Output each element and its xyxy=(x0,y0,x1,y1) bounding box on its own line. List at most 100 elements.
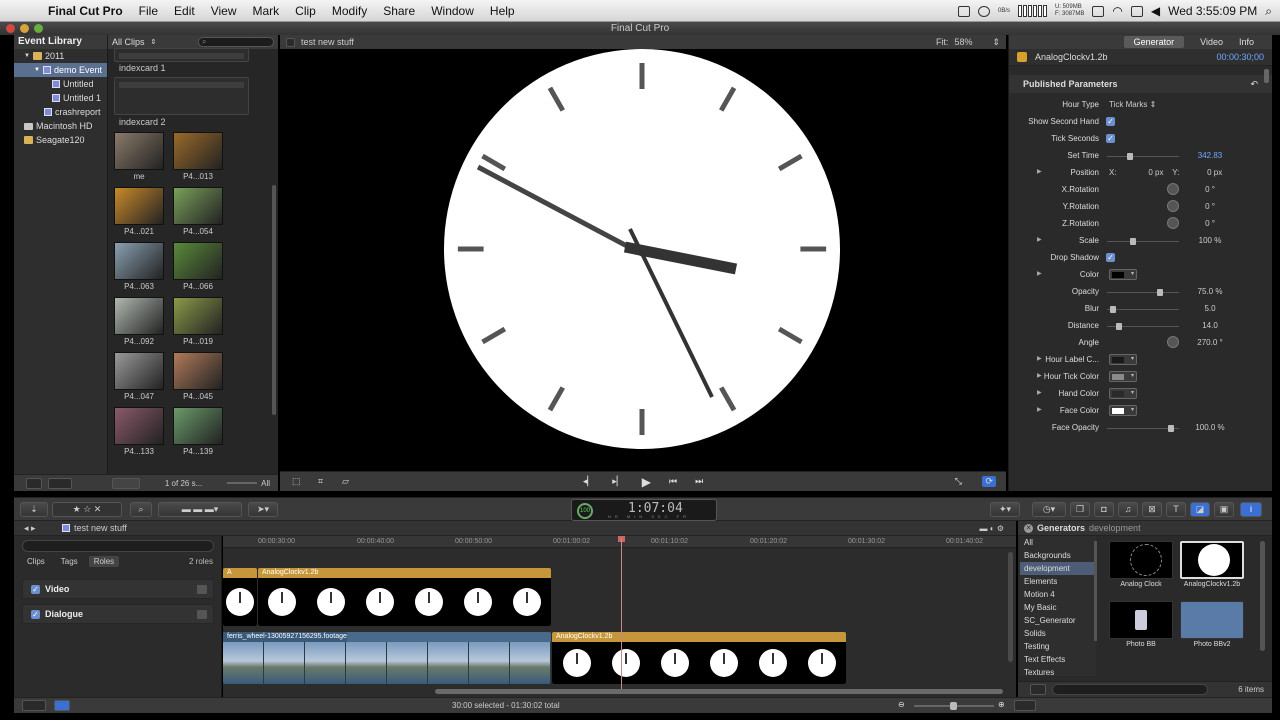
param-value[interactable]: 0 ° xyxy=(1191,219,1229,228)
slider-knob[interactable] xyxy=(1157,289,1163,296)
timeline-index-toggle[interactable] xyxy=(54,700,70,711)
param-value[interactable]: 75.0 % xyxy=(1191,287,1229,296)
close-window-button[interactable] xyxy=(6,24,15,33)
param-dial[interactable] xyxy=(1167,200,1179,212)
audio-meters-button[interactable] xyxy=(22,700,46,711)
slider-knob[interactable] xyxy=(1130,238,1136,245)
browser-scrollbar[interactable] xyxy=(272,185,276,415)
spotlight-icon[interactable]: ⌕ xyxy=(1265,4,1272,19)
music-browser-icon[interactable]: ♫ xyxy=(1118,502,1138,517)
menu-view[interactable]: View xyxy=(203,4,245,18)
timeline-back-icon[interactable]: ◂ ▸ xyxy=(24,523,36,534)
library-action-gear-icon[interactable] xyxy=(48,478,72,489)
disclosure-icon[interactable]: ▶ xyxy=(1037,236,1042,243)
generator-photo-bb[interactable]: Photo BB xyxy=(1109,601,1173,648)
clip-thumbnail[interactable] xyxy=(173,187,223,225)
tab-roles[interactable]: Roles xyxy=(88,556,120,567)
go-to-end-icon[interactable]: ⏭ xyxy=(695,476,703,487)
category-development[interactable]: development xyxy=(1020,562,1096,575)
category-my-basic[interactable]: My Basic xyxy=(1020,601,1096,614)
generator-analogclockv12b[interactable]: AnalogClockv1.2b xyxy=(1180,541,1244,588)
position-fields[interactable]: X: 0 px Y: 0 px xyxy=(1109,168,1222,177)
clip-appearance-button[interactable] xyxy=(1014,700,1036,711)
inspector-scrollbar[interactable] xyxy=(1264,69,1269,83)
screen-record-icon[interactable] xyxy=(958,5,970,17)
clip-thumbnail[interactable] xyxy=(173,242,223,280)
library-item-crashreport[interactable]: crashreport xyxy=(14,105,107,119)
tab-tags[interactable]: Tags xyxy=(56,556,83,567)
role-checkbox[interactable]: ✓ xyxy=(31,585,40,594)
zoom-slider-knob[interactable] xyxy=(950,702,957,710)
disclosure-icon[interactable]: ▶ xyxy=(1037,389,1042,396)
show-library-button[interactable] xyxy=(26,478,42,489)
reset-icon[interactable]: ↶ xyxy=(1250,79,1258,90)
param-checkbox[interactable]: ✓ xyxy=(1106,253,1115,262)
slider-knob[interactable] xyxy=(1116,323,1122,330)
param-value[interactable]: 342.83 xyxy=(1191,151,1229,160)
keyword-icon[interactable]: ⌕ xyxy=(130,502,152,517)
library-item-2011[interactable]: ▼ 2011 xyxy=(14,49,107,63)
transform-icon[interactable]: ⬚ xyxy=(292,476,301,487)
param-checkbox[interactable]: ✓ xyxy=(1106,134,1115,143)
effects-browser-icon[interactable]: ❐ xyxy=(1070,502,1090,517)
clip-thumbnail[interactable] xyxy=(114,407,164,445)
color-well[interactable]: ▾ xyxy=(1109,371,1137,382)
themes-browser-icon[interactable]: ▣ xyxy=(1214,502,1234,517)
category-scrollbar[interactable] xyxy=(1094,541,1097,641)
color-well[interactable]: ▾ xyxy=(1109,405,1137,416)
zoom-in-icon[interactable]: ⊕ xyxy=(998,700,1005,709)
param-checkbox[interactable]: ✓ xyxy=(1106,117,1115,126)
menu-edit[interactable]: Edit xyxy=(166,4,203,18)
timeline-clip-generator[interactable]: A xyxy=(223,568,257,626)
menu-app-name[interactable]: Final Cut Pro xyxy=(42,4,131,18)
library-item-macintosh-hd[interactable]: Macintosh HD xyxy=(14,119,107,133)
clip-thumbnail[interactable] xyxy=(173,407,223,445)
slider-knob[interactable] xyxy=(1168,425,1174,432)
category-testing[interactable]: Testing xyxy=(1020,640,1096,653)
timeline-view-options[interactable]: ▬ ◐ ⚙ xyxy=(980,524,1004,533)
transitions-browser-icon[interactable]: ⊠ xyxy=(1142,502,1162,517)
browser-search-input[interactable]: ⌕ xyxy=(198,37,274,47)
color-well[interactable]: ▾ xyxy=(1109,269,1137,280)
background-task-indicator[interactable]: 100 xyxy=(577,503,593,519)
category-backgrounds[interactable]: Backgrounds xyxy=(1020,549,1096,562)
param-dial[interactable] xyxy=(1167,183,1179,195)
sync-icon[interactable] xyxy=(1092,5,1105,17)
library-item-seagate120[interactable]: Seagate120 xyxy=(14,133,107,147)
fit-popup[interactable]: 58% xyxy=(954,37,972,47)
param-value[interactable]: 14.0 xyxy=(1191,321,1229,330)
titles-browser-icon[interactable]: T xyxy=(1166,502,1186,517)
menu-share[interactable]: Share xyxy=(375,4,423,18)
disclosure-icon[interactable]: ▶ xyxy=(1037,355,1042,362)
fullscreen-icon[interactable]: ⤡ xyxy=(955,476,962,487)
inspector-toggle-icon[interactable]: i xyxy=(1240,502,1262,517)
role-lane-button[interactable] xyxy=(197,610,207,619)
tab-clips[interactable]: Clips xyxy=(22,556,50,567)
select-tool-icon[interactable]: ➤▾ xyxy=(248,502,278,517)
generators-browser-icon[interactable]: ◪ xyxy=(1190,502,1210,517)
photo-browser-icon[interactable]: ◘ xyxy=(1094,502,1114,517)
param-value[interactable]: 100.0 % xyxy=(1191,423,1229,432)
volume-icon[interactable]: ◀ xyxy=(1151,4,1160,18)
clip-thumbnail[interactable] xyxy=(173,297,223,335)
category-motion-4[interactable]: Motion 4 xyxy=(1020,588,1096,601)
slider-knob[interactable] xyxy=(1127,153,1133,160)
color-well[interactable]: ▾ xyxy=(1109,354,1137,365)
enhancements-icon[interactable]: ✦▾ xyxy=(990,502,1020,517)
param-popup[interactable]: Tick Marks ⇕ xyxy=(1109,100,1156,109)
disclosure-icon[interactable]: ▶ xyxy=(1037,168,1042,175)
timeline-clip-ferris-wheel[interactable]: ferris_wheel-13005927156295.footage xyxy=(223,632,551,684)
indexcard-clip[interactable] xyxy=(114,77,249,115)
generators-scrollbar[interactable] xyxy=(1260,541,1265,651)
disclosure-icon[interactable]: ▶ xyxy=(1037,372,1042,379)
role-row-dialogue[interactable]: ✓ Dialogue xyxy=(22,604,214,624)
distort-icon[interactable]: ▱ xyxy=(342,476,349,487)
param-value[interactable]: 0 ° xyxy=(1191,202,1229,211)
param-slider[interactable] xyxy=(1107,153,1179,160)
timeline-vertical-scrollbar[interactable] xyxy=(1008,552,1013,662)
clip-thumbnail[interactable] xyxy=(173,352,223,390)
menu-window[interactable]: Window xyxy=(423,4,482,18)
menu-clip[interactable]: Clip xyxy=(287,4,324,18)
zoom-out-icon[interactable]: ⊖ xyxy=(898,700,905,709)
role-checkbox[interactable]: ✓ xyxy=(31,610,40,619)
